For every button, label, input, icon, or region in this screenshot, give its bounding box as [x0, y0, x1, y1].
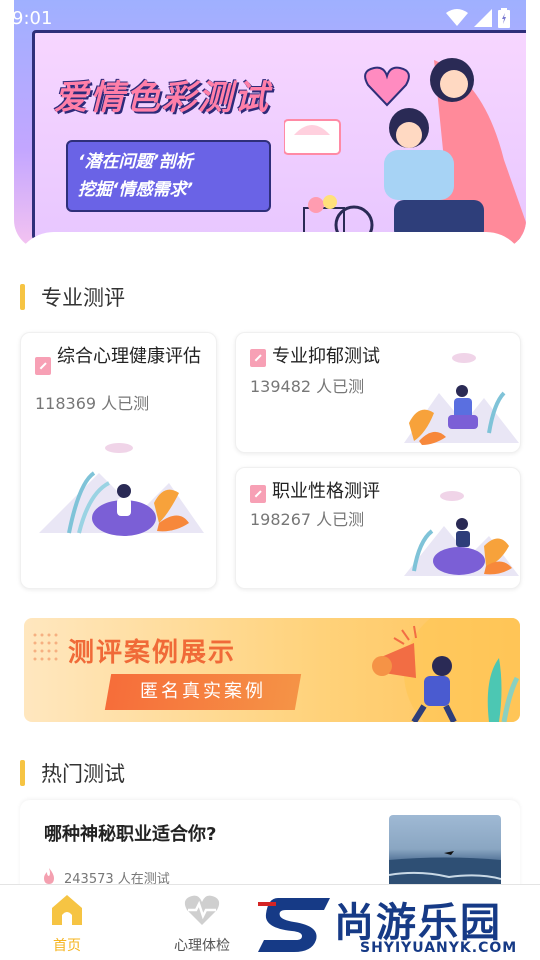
case-banner-button-label: 匿名真实案例	[140, 681, 266, 702]
banner-subtitle-line2: 挖掘‘情感需求’	[78, 180, 193, 200]
nav-checkup-label: 心理体检	[174, 938, 230, 954]
dot-pattern-decoration	[33, 633, 58, 661]
card-count: 198267 人已测	[250, 510, 365, 529]
section-accent-bar	[20, 284, 25, 310]
heart-pulse-icon	[184, 895, 220, 925]
watermark-s-logo	[258, 898, 330, 952]
watermark-brand-en: SHYIYUANYK.COM	[360, 940, 518, 956]
status-bar: 9:01	[0, 0, 540, 36]
nav-home[interactable]: 首页	[7, 893, 127, 955]
signal-icon	[474, 9, 492, 27]
card-mental-health[interactable]: 综合心理健康评估 118369 人已测	[20, 332, 217, 589]
status-time: 9:01	[12, 8, 53, 29]
hot-test-title: 哪种神秘职业适合你?	[44, 824, 217, 845]
case-showcase-banner[interactable]: 测评案例展示 匿名真实案例	[24, 618, 520, 722]
reading-person-illustration	[404, 353, 519, 445]
case-banner-button[interactable]: 匿名真实案例	[104, 674, 302, 710]
pro-section-header: 专业测评	[20, 282, 125, 312]
banner-subtitle-line1: ‘潜在问题’剖析	[78, 152, 193, 172]
banner-subtitle-box: ‘潜在问题’剖析 挖掘‘情感需求’	[66, 140, 271, 212]
card-depression-test[interactable]: 专业抑郁测试 139482 人已测	[235, 332, 521, 453]
case-banner-title: 测评案例展示	[68, 638, 237, 668]
status-icons	[446, 8, 510, 28]
card-count: 139482 人已测	[250, 377, 365, 396]
battery-icon	[498, 8, 510, 28]
content-top-curve	[14, 232, 526, 272]
card-title: 职业性格测评	[272, 481, 380, 502]
pencil-icon	[250, 485, 266, 503]
flame-icon	[44, 868, 54, 884]
mountain-meditation-illustration	[39, 443, 204, 536]
nav-checkup[interactable]: 心理体检	[142, 893, 262, 955]
hot-section-title: 热门测试	[41, 762, 125, 786]
nav-home-label: 首页	[53, 938, 81, 954]
heart-icon	[364, 66, 410, 107]
pencil-icon	[35, 357, 51, 375]
pro-section-title: 专业测评	[41, 286, 125, 310]
banner-title: 爱情色彩测试	[54, 78, 270, 118]
home-icon	[52, 895, 82, 925]
card-title: 专业抑郁测试	[272, 346, 380, 367]
card-career-personality[interactable]: 职业性格测评 198267 人已测	[235, 467, 521, 589]
wifi-icon	[446, 9, 468, 26]
card-count: 118369 人已测	[35, 394, 150, 413]
watermark-logo: 尚游乐园 SHYIYUANYK.COM	[258, 890, 540, 960]
card-title: 综合心理健康评估	[57, 346, 201, 367]
hot-section-header: 热门测试	[20, 758, 125, 788]
section-accent-bar	[20, 760, 25, 786]
megaphone-person-illustration	[372, 618, 520, 722]
laptop-person-illustration	[404, 491, 519, 576]
hero-banner[interactable]: 爱情色彩测试 ‘潜在问题’剖析 挖掘‘情感需求’	[14, 0, 526, 250]
pencil-icon	[250, 349, 266, 367]
